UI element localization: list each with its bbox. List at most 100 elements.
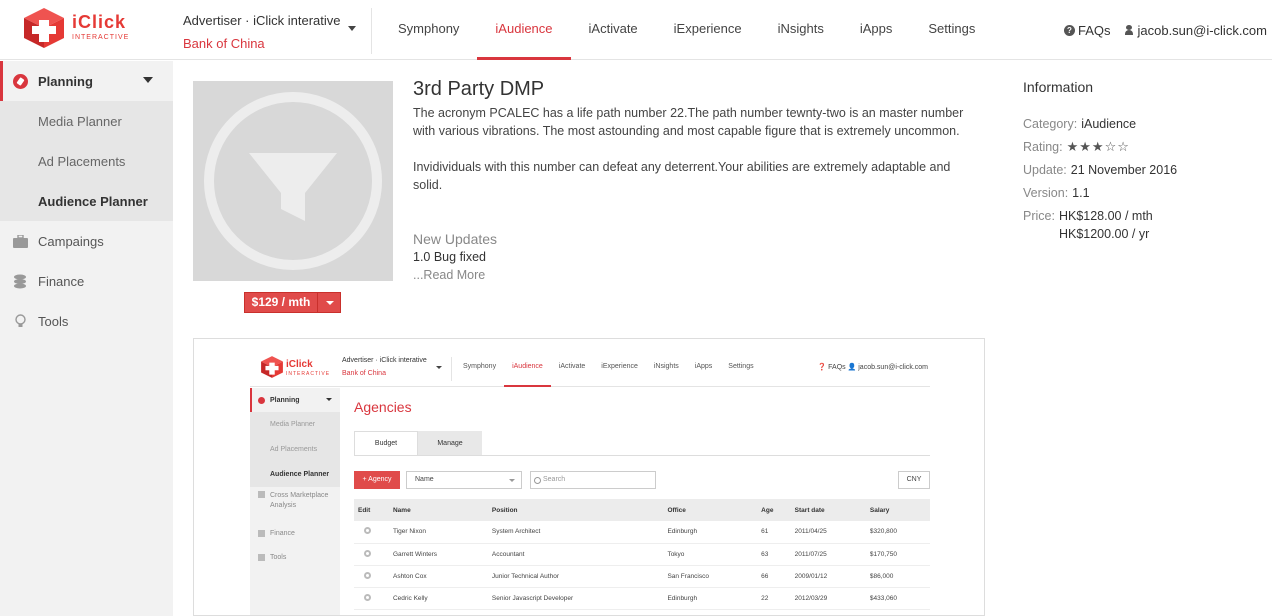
preview-col-header: Edit xyxy=(354,499,389,521)
sidebar-item-audience-planner[interactable]: Audience Planner xyxy=(0,181,173,221)
table-cell: 66 xyxy=(757,565,791,588)
preview-add-agency-button: + Agency xyxy=(354,471,400,489)
table-cell: Ashton Cox xyxy=(388,565,488,588)
preview-nav: Symphony iAudience iActivate iExperience… xyxy=(455,349,762,387)
info-label: Category: xyxy=(1023,117,1078,131)
gear-icon xyxy=(364,571,371,579)
info-value: HK$128.00 / mth HK$1200.00 / yr xyxy=(1059,207,1153,243)
preview-search-input: Search xyxy=(530,471,656,489)
faqs-label: FAQs xyxy=(1077,22,1111,38)
table-row: Ashton Cox Junior Technical Author San F… xyxy=(354,565,930,588)
user-icon xyxy=(1125,25,1134,35)
info-row-price: Price: HK$128.00 / mth HK$1200.00 / yr xyxy=(1023,207,1263,243)
preview-table-header: Edit Name Position Office Age Start date… xyxy=(354,499,930,521)
coins-icon xyxy=(258,529,265,537)
advertiser-label: Advertiser · iClick interative xyxy=(183,13,341,28)
preview-col-header: Name xyxy=(388,499,488,521)
faqs-link[interactable]: ? FAQs xyxy=(1063,22,1111,38)
preview-sidebar-tools: Tools xyxy=(250,545,340,569)
info-title: Information xyxy=(1023,79,1094,95)
iclick-logo[interactable]: iClick INTERACTIVE xyxy=(22,6,146,52)
preview-nav-item: iActivate xyxy=(558,363,586,370)
table-cell: 2009/01/12 xyxy=(790,565,866,588)
logo-sub-text: INTERACTIVE xyxy=(72,34,130,41)
table-cell: San Francisco xyxy=(663,565,758,588)
briefcase-icon xyxy=(258,491,265,498)
product-description: The acronym PCALEC has a life path numbe… xyxy=(413,104,978,212)
cube-logo-icon xyxy=(261,356,283,378)
preview-logo-sub: INTERACTIVE xyxy=(286,371,331,377)
table-cell: System Architect xyxy=(487,521,664,544)
preview-col-header: Start date xyxy=(790,499,866,521)
sidebar-item-campaigns[interactable]: Campaings xyxy=(0,221,173,261)
table-row: Tiger Nixon System Architect Edinburgh 6… xyxy=(354,521,930,544)
price-button-label[interactable]: $129 / mth xyxy=(245,293,318,312)
logo-brand-text: iClick xyxy=(72,12,127,32)
preview-advertiser: Advertiser · iClick interative Bank of C… xyxy=(342,357,452,381)
sidebar-item-planning[interactable]: Planning xyxy=(0,61,173,101)
table-row: Garrett Winters Accountant Tokyo 63 2011… xyxy=(354,543,930,566)
advertiser-selector[interactable]: Advertiser · iClick interative Bank of C… xyxy=(172,8,372,54)
sidebar-item-media-planner[interactable]: Media Planner xyxy=(0,101,173,141)
table-cell: 2012/03/29 xyxy=(790,587,866,610)
sidebar-item-label: Tools xyxy=(38,313,69,329)
user-menu[interactable]: jacob.sun@i-click.com xyxy=(1125,23,1267,38)
preview-navbar: iClick INTERACTIVE Advertiser · iClick i… xyxy=(250,349,930,387)
nav-settings[interactable]: Settings xyxy=(910,0,993,60)
nav-iexperience[interactable]: iExperience xyxy=(656,0,760,60)
info-value: iAudience xyxy=(1081,117,1137,131)
screenshot-preview[interactable]: iClick INTERACTIVE Advertiser · iClick i… xyxy=(193,338,985,616)
info-row-update: Update: 21 November 2016 xyxy=(1023,161,1263,179)
cube-logo-icon xyxy=(24,8,64,48)
table-cell: 63 xyxy=(757,543,791,566)
nav-insights[interactable]: iNsights xyxy=(760,0,842,60)
preview-sidebar-label: Planning xyxy=(270,396,300,404)
info-label: Version: xyxy=(1023,186,1069,200)
price-month: HK$128.00 / mth xyxy=(1058,209,1153,223)
preview-sidebar-sub: Ad Placements xyxy=(250,437,340,462)
price-dropdown-button[interactable]: $129 / mth xyxy=(244,292,341,313)
chevron-down-icon xyxy=(436,366,442,369)
preview-column-select: Name xyxy=(406,471,522,489)
funnel-icon xyxy=(204,92,382,270)
table-cell: 2011/07/25 xyxy=(790,543,866,566)
sidebar-item-tools[interactable]: Tools xyxy=(0,301,173,341)
table-cell: Accountant xyxy=(487,543,664,566)
preview-logo-text: iClick xyxy=(286,359,313,370)
table-cell: Edinburgh xyxy=(663,587,758,610)
sidebar: Planning Media Planner Ad Placements Aud… xyxy=(0,61,173,616)
nav-iapps[interactable]: iApps xyxy=(842,0,911,60)
nav-iactivate[interactable]: iActivate xyxy=(571,0,656,60)
info-label: Rating: xyxy=(1023,140,1063,154)
gear-icon xyxy=(364,593,371,601)
preview-tab-divider xyxy=(354,455,930,456)
preview-table: Edit Name Position Office Age Start date… xyxy=(354,499,930,610)
sidebar-item-ad-placements[interactable]: Ad Placements xyxy=(0,141,173,181)
nav-symphony[interactable]: Symphony xyxy=(380,0,477,60)
preview-top-right: ❓ FAQs 👤 jacob.sun@i-click.com xyxy=(817,364,928,371)
caret-down-icon[interactable] xyxy=(318,293,340,312)
preview-sidebar-label: Finance xyxy=(270,529,295,537)
product-thumbnail xyxy=(193,81,393,281)
sidebar-item-finance[interactable]: Finance xyxy=(0,261,173,301)
product-title: 3rd Party DMP xyxy=(413,78,545,100)
preview-app: iClick INTERACTIVE Advertiser · iClick i… xyxy=(250,349,930,615)
sidebar-item-label: Finance xyxy=(38,273,85,289)
table-cell: 22 xyxy=(757,587,791,610)
table-cell: Cedric Kelly xyxy=(388,587,488,610)
table-cell: $170,750 xyxy=(865,543,930,566)
preview-sidebar-label: Tools xyxy=(270,553,287,561)
preview-sidebar-finance: Finance xyxy=(250,521,340,545)
nav-iaudience[interactable]: iAudience xyxy=(477,0,571,60)
table-cell: Edinburgh xyxy=(663,521,758,544)
briefcase-icon xyxy=(12,233,28,249)
table-cell: 2011/04/25 xyxy=(790,521,866,544)
read-more-link[interactable]: ...Read More xyxy=(413,268,485,282)
preview-col-header: Position xyxy=(487,499,664,521)
preview-controls: + Agency Name Search CNY xyxy=(354,471,930,489)
preview-client: Bank of China xyxy=(342,370,386,377)
info-value: 1.1 xyxy=(1072,186,1090,200)
chevron-down-icon[interactable] xyxy=(348,26,356,31)
preview-col-header: Office xyxy=(663,499,758,521)
description-paragraph: Invidividuals with this number can defea… xyxy=(413,160,951,192)
